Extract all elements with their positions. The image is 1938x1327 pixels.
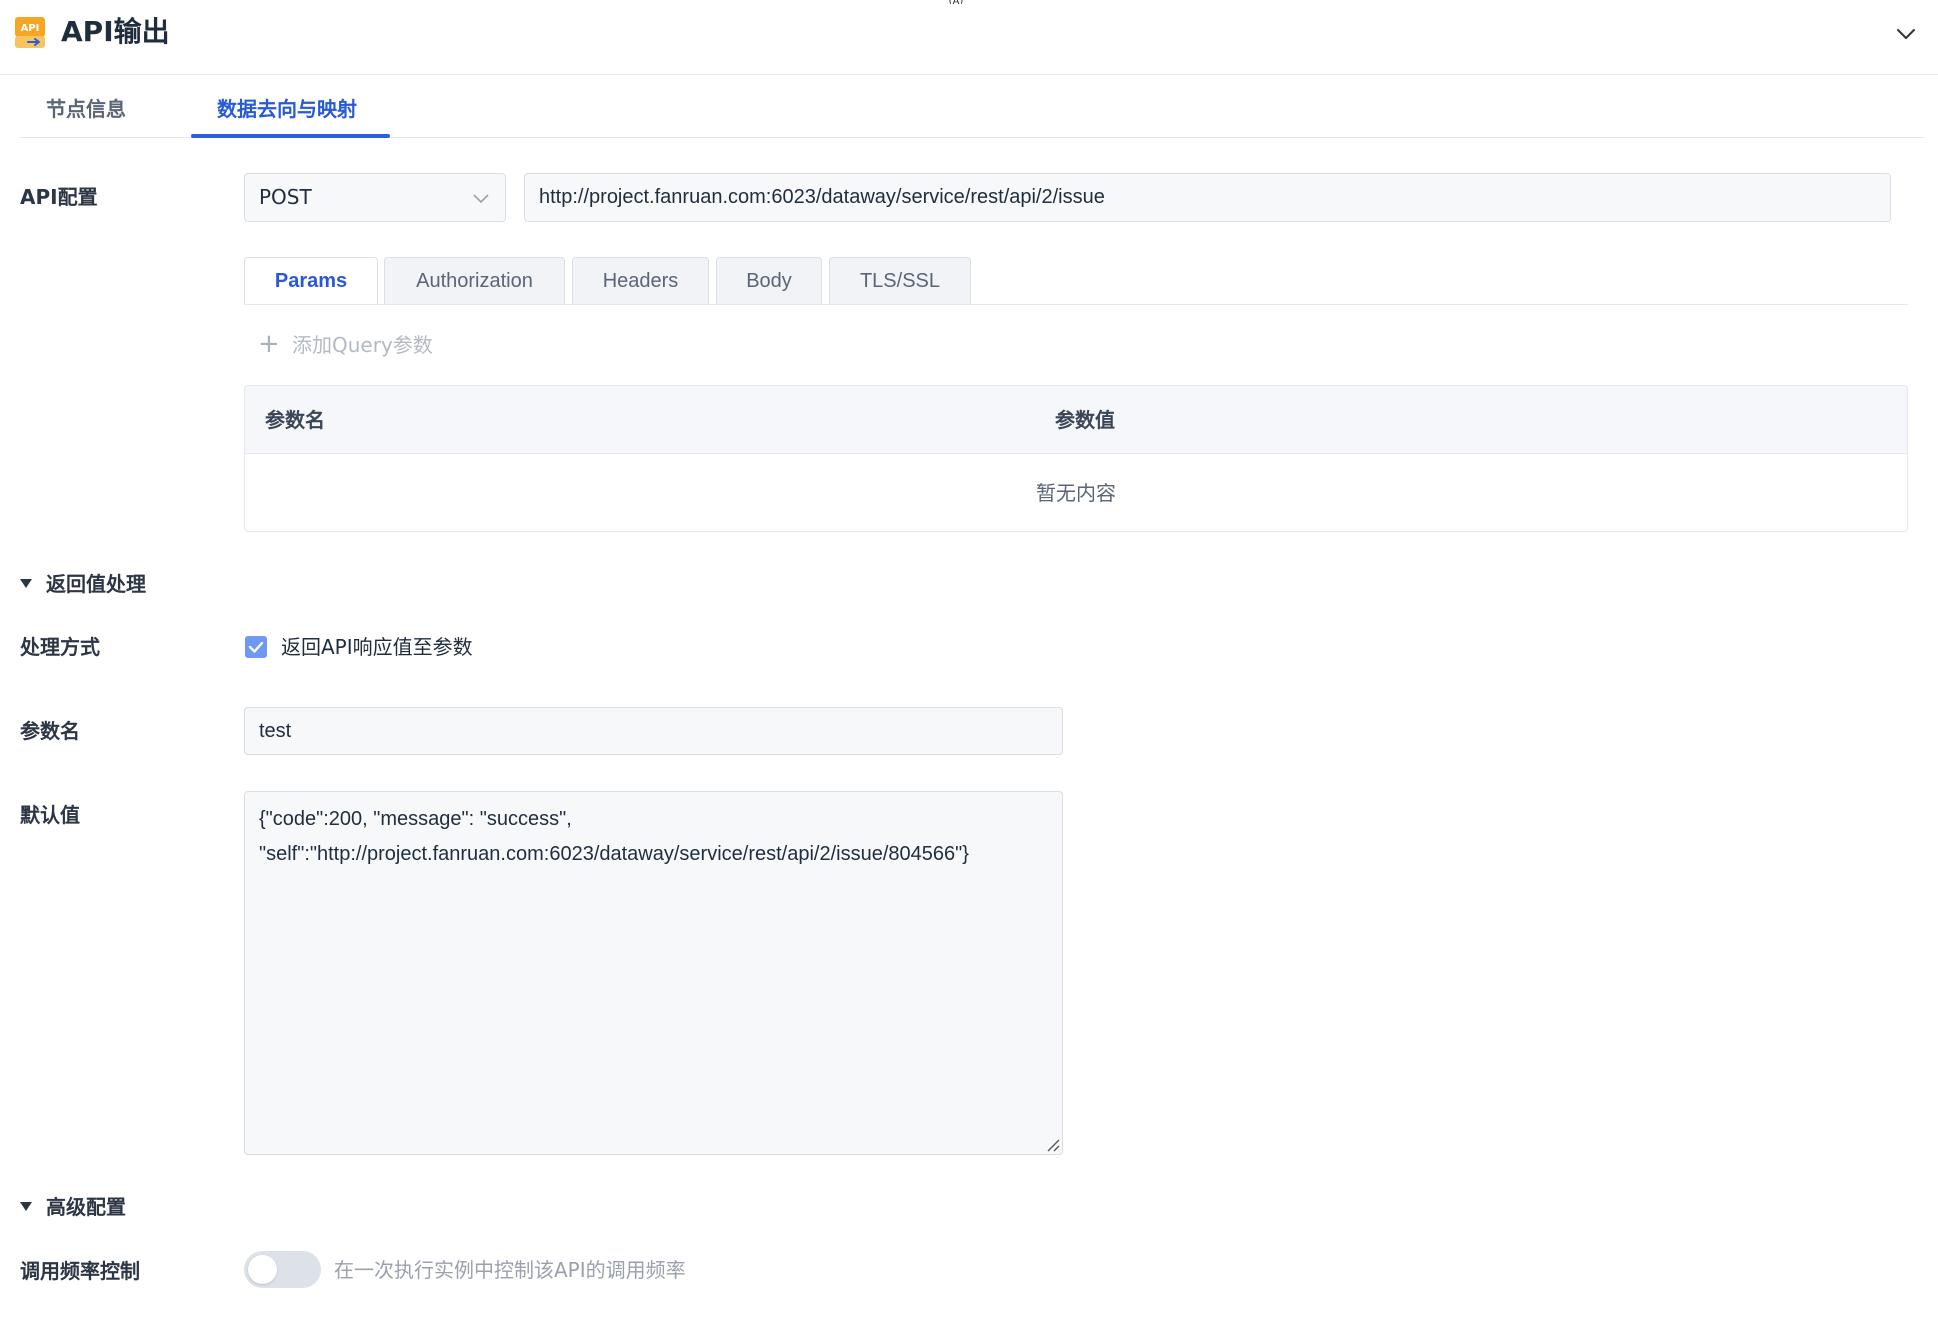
top-marker: (A) — [944, 0, 968, 4]
method-value: POST — [259, 185, 312, 209]
column-header-value: 参数值 — [1055, 408, 1115, 432]
tab-data-mapping[interactable]: 数据去向与映射 — [217, 92, 357, 126]
tab-body[interactable]: Body — [716, 257, 822, 304]
resize-handle-icon[interactable] — [1044, 1136, 1060, 1152]
process-method-label: 处理方式 — [20, 635, 100, 659]
default-value-textarea[interactable]: {"code":200, "message": "success", "self… — [244, 791, 1063, 1155]
tab-headers[interactable]: Headers — [572, 257, 709, 304]
sub-tabs-divider — [244, 304, 1908, 305]
caret-down-icon — [20, 579, 32, 588]
api-logo-text: API — [21, 23, 40, 34]
tab-params[interactable]: Params — [244, 257, 378, 304]
url-input[interactable] — [524, 173, 1891, 222]
table-header: 参数名 参数值 — [245, 386, 1907, 454]
check-icon — [248, 641, 264, 653]
tab-tls-ssl[interactable]: TLS/SSL — [829, 257, 971, 304]
tab-node-info[interactable]: 节点信息 — [46, 92, 126, 126]
toggle-knob — [248, 1255, 277, 1284]
param-name-input[interactable] — [244, 707, 1063, 755]
panel-header — [0, 0, 1938, 75]
method-select[interactable]: POST — [244, 173, 506, 222]
column-header-name: 参数名 — [265, 408, 325, 432]
advanced-section-header[interactable]: 高级配置 — [20, 1193, 126, 1221]
return-section-title: 返回值处理 — [46, 572, 146, 596]
param-name-label: 参数名 — [20, 719, 80, 743]
rate-control-description: 在一次执行实例中控制该API的调用频率 — [334, 1258, 686, 1282]
caret-down-icon — [20, 1202, 32, 1211]
api-output-icon: API — [15, 17, 45, 48]
plus-icon: + — [258, 329, 280, 359]
default-value-label: 默认值 — [20, 803, 80, 827]
checkbox-label[interactable]: 返回API响应值至参数 — [281, 633, 473, 661]
advanced-section-title: 高级配置 — [46, 1195, 126, 1219]
return-section-header[interactable]: 返回值处理 — [20, 570, 146, 598]
chevron-down-icon[interactable] — [1894, 22, 1918, 46]
rate-control-label: 调用频率控制 — [20, 1259, 140, 1283]
table-empty-text: 暂无内容 — [1036, 481, 1116, 505]
panel-title: API输出 — [61, 15, 170, 48]
add-query-label: 添加Query参数 — [292, 333, 433, 357]
tab-authorization[interactable]: Authorization — [384, 257, 565, 304]
active-tab-indicator — [191, 134, 390, 138]
params-table: 参数名 参数值 暂无内容 — [244, 385, 1908, 532]
api-config-label: API配置 — [20, 185, 98, 209]
return-response-checkbox[interactable] — [245, 636, 267, 658]
add-query-button[interactable]: + 添加Query参数 — [258, 326, 433, 362]
chevron-down-icon — [471, 188, 491, 208]
rate-control-toggle[interactable] — [244, 1251, 321, 1288]
